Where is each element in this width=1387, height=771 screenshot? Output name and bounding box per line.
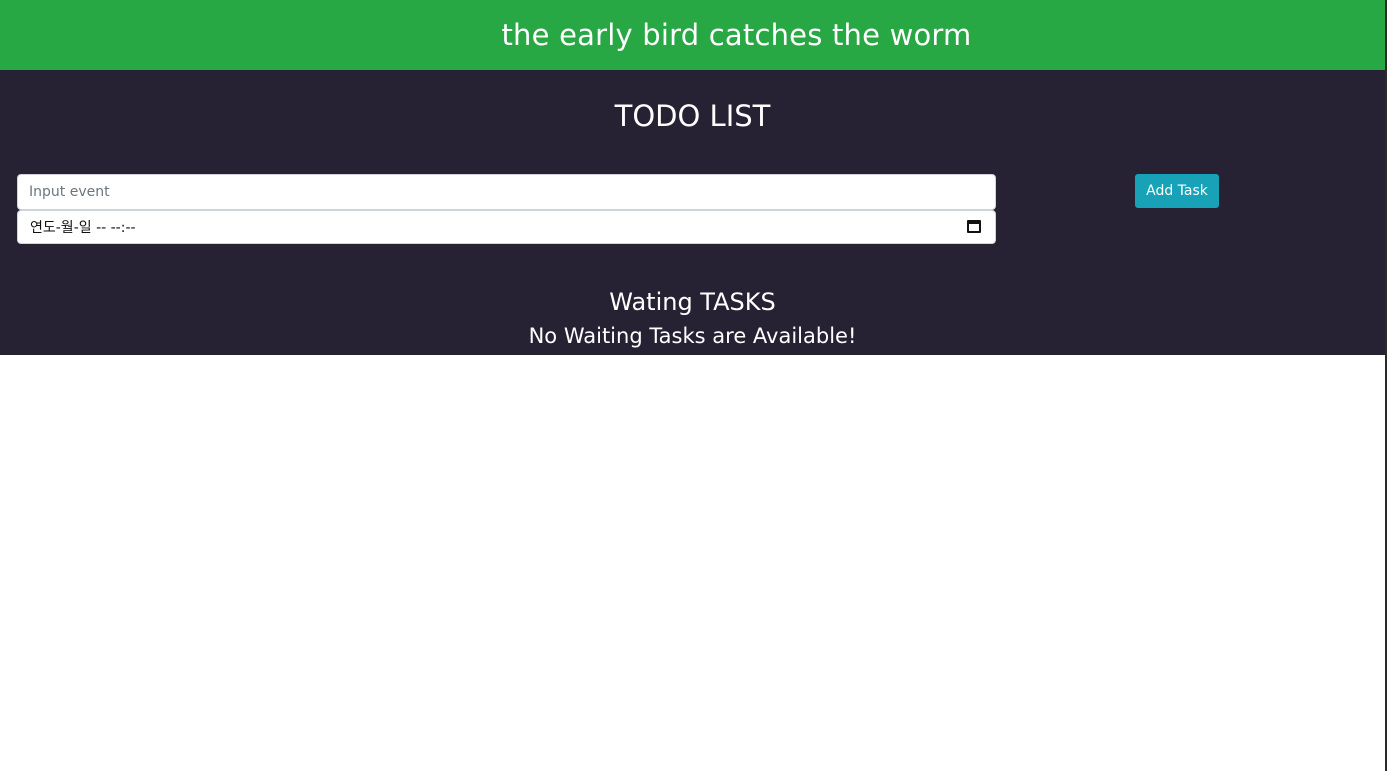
quote-text: the early bird catches the worm	[501, 18, 972, 52]
quote-banner: the early bird catches the worm	[0, 0, 1385, 70]
task-form: 연도-월-일 -- --:--	[17, 174, 996, 244]
datetime-input-display: 연도-월-일 -- --:--	[30, 220, 136, 236]
waiting-tasks-title: Wating TASKS	[609, 288, 776, 316]
event-input[interactable]	[17, 174, 996, 210]
calendar-icon[interactable]	[967, 220, 981, 233]
page: the early bird catches the worm TODO LIS…	[0, 0, 1387, 771]
todo-panel: TODO LIST 연도-월-일 -- --:-- Add Task Watin…	[0, 70, 1385, 355]
datetime-input[interactable]: 연도-월-일 -- --:--	[17, 210, 996, 244]
page-title: TODO LIST	[614, 99, 771, 133]
add-task-button[interactable]: Add Task	[1135, 174, 1219, 208]
empty-tasks-message: No Waiting Tasks are Available!	[528, 324, 857, 348]
